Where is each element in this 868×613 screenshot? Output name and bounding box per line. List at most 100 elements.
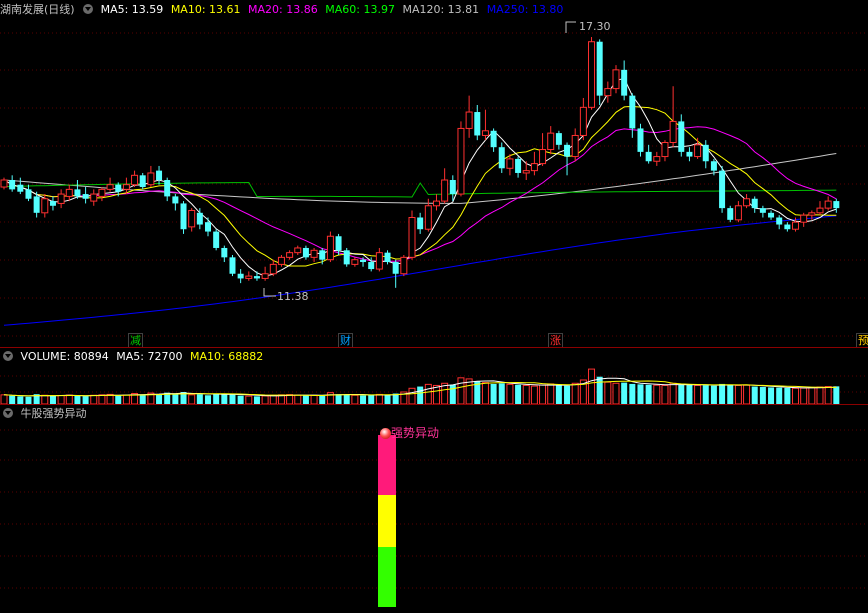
candle-body [351, 259, 359, 265]
event-marker-jian[interactable]: 减 [128, 333, 143, 348]
candle-body [629, 95, 636, 129]
candle-body [205, 222, 211, 232]
volume-bar [188, 394, 196, 405]
candle-body [792, 221, 800, 230]
volume-bar [302, 395, 309, 404]
volume-bar [432, 384, 440, 405]
candle-body [612, 69, 620, 90]
volume-bar [669, 382, 677, 405]
candle-body [106, 184, 114, 190]
volume-bar [734, 384, 742, 405]
candle-body [710, 161, 717, 171]
signal-bar [378, 435, 396, 607]
volume-bar [90, 394, 98, 405]
candle-body [326, 235, 334, 261]
candle-body [743, 198, 751, 207]
volume-bar [237, 395, 244, 404]
event-marker-yu[interactable]: 预 [856, 333, 868, 348]
volume-bar [82, 396, 89, 404]
candle-body [432, 200, 440, 207]
candle-body [188, 209, 196, 228]
candle-body [213, 231, 220, 248]
candle-body [33, 196, 40, 213]
volume-bar [196, 394, 203, 404]
volume-bar [17, 396, 24, 404]
volume-bar [498, 383, 505, 404]
volume-bar [213, 393, 220, 404]
ma10-value: MA10: 13.61 [170, 3, 241, 16]
volume-bar [604, 381, 612, 405]
volume-bar [481, 382, 489, 405]
candle-body [335, 236, 342, 251]
volume-bar [139, 394, 146, 404]
candle-body [245, 275, 253, 279]
volume-bar [515, 384, 522, 404]
candle-body [196, 212, 203, 225]
volume-bar [768, 387, 775, 404]
candle-body [115, 184, 122, 192]
candle-body [147, 172, 155, 186]
signal-bar-yellow [378, 495, 396, 547]
volume-bar [115, 395, 122, 404]
kline-chart[interactable] [0, 0, 868, 613]
chevron-down-icon[interactable] [3, 408, 13, 418]
volume-bar [343, 394, 350, 404]
volume-bar [784, 387, 791, 404]
candle-body [261, 273, 269, 279]
volume-bar [9, 395, 16, 404]
candle-body [686, 151, 693, 157]
panel-divider-volume[interactable] [0, 404, 868, 405]
stock-title: 湖南发展(日线) [0, 3, 75, 16]
candle-body [564, 144, 571, 157]
candle-body [408, 217, 416, 258]
ma20-value: MA20: 13.86 [248, 3, 318, 16]
volume-bar [0, 394, 8, 405]
volume-bar [417, 386, 424, 404]
candle-body [49, 201, 56, 206]
candle-body [0, 179, 8, 188]
volume-bar [310, 394, 318, 405]
volume-bar [229, 393, 236, 404]
candle-body [481, 130, 489, 136]
volume-bar [294, 394, 302, 405]
candle-body [530, 163, 538, 172]
indicator-legend: 牛股强势异动 [0, 405, 91, 423]
candle-body [368, 262, 375, 270]
volume-bar [759, 386, 766, 404]
chevron-down-icon[interactable] [83, 4, 94, 14]
volume-bar [522, 384, 530, 405]
candle-body [637, 128, 644, 152]
volume-bar [74, 395, 81, 404]
volume-bar [49, 395, 56, 404]
volume-bar [384, 394, 391, 404]
candle-body [229, 257, 236, 274]
candle-body [604, 88, 612, 97]
candle-body [734, 205, 742, 221]
candle-body [579, 106, 587, 136]
candle-body [90, 193, 98, 202]
volume-bar [694, 384, 702, 405]
candle-body [98, 188, 106, 197]
volume-bar [172, 393, 179, 404]
volume-bar [645, 384, 652, 404]
candle-body [621, 69, 628, 96]
volume-bar [751, 386, 758, 404]
volume-bar [816, 386, 824, 405]
candle-body [180, 203, 187, 230]
candle-body [645, 151, 652, 162]
candle-body [702, 144, 709, 162]
volume-bar [253, 396, 260, 404]
event-marker-zhang[interactable]: 涨 [548, 333, 563, 348]
candle-body [800, 214, 808, 223]
candle-body [816, 207, 824, 214]
volume-bar [106, 393, 114, 405]
candle-body [784, 224, 791, 230]
event-marker-cai[interactable]: 财 [338, 333, 353, 348]
candle-body [392, 262, 399, 274]
candle-body [808, 212, 816, 216]
candle-body [669, 120, 677, 143]
candle-body [515, 158, 522, 173]
chevron-down-icon[interactable] [3, 351, 13, 361]
volume-bar [25, 396, 32, 404]
candle-body [522, 170, 530, 174]
